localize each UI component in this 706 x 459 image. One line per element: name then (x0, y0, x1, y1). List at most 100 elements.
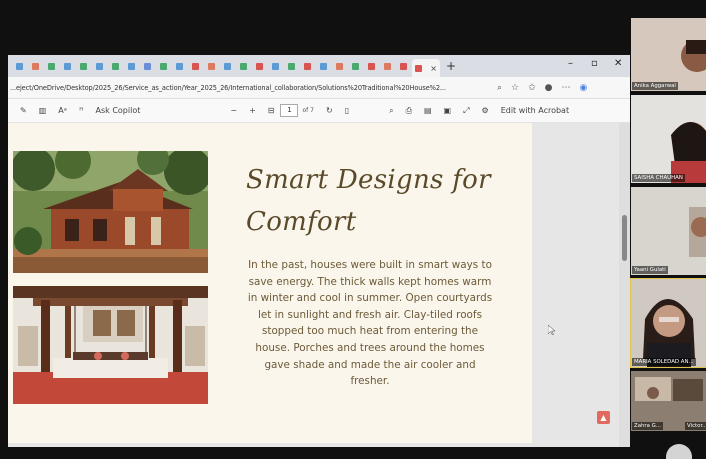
browser-tab-15[interactable] (236, 60, 250, 73)
browser-tab-17[interactable] (268, 60, 282, 73)
browser-tab-2[interactable] (28, 60, 42, 73)
tab-favicon-icon (111, 62, 119, 70)
browser-tab-22[interactable] (348, 60, 362, 73)
tab-favicon-icon (271, 62, 279, 70)
active-tab[interactable]: × (412, 59, 440, 77)
tab-favicon-icon (127, 62, 135, 70)
browser-tab-1[interactable] (12, 60, 26, 73)
tab-close-button[interactable]: × (430, 64, 437, 73)
browser-tab-5[interactable] (76, 60, 90, 73)
tab-favicon-icon (367, 62, 375, 70)
tab-favicon-icon (303, 62, 311, 70)
pdf-page: Smart Designs for Comfort In the past, h… (8, 123, 532, 443)
participant-name: Yaani Gulati (632, 266, 668, 274)
browser-tab-16[interactable] (252, 60, 266, 73)
tab-strip: × + – ▫ ✕ (8, 55, 630, 77)
tab-favicon-icon (47, 62, 55, 70)
participant-tile-4[interactable]: MARIA SOLEDAD AN... (630, 278, 706, 368)
participant-video (631, 279, 706, 367)
participant-tile-1[interactable]: Anika Aggarwal (631, 18, 706, 91)
ask-copilot-button[interactable]: Ask Copilot (96, 106, 141, 115)
browser-tab-9[interactable] (140, 60, 154, 73)
browser-tab-10[interactable] (156, 60, 170, 73)
participant-name: SAISHA CHAUHAN (632, 174, 685, 182)
url-text[interactable]: ...eject/OneDrive/Desktop/2025_26/Servic… (8, 84, 488, 92)
search-icon[interactable]: ⌕ (497, 83, 502, 93)
edit-with-acrobat-button[interactable]: Edit with Acrobat (501, 106, 569, 115)
save-icon[interactable]: ▤ (424, 106, 432, 115)
draw-icon[interactable]: ✎ (20, 106, 27, 115)
read-aloud-button[interactable]: Aᵃ (58, 106, 67, 115)
browser-tab-3[interactable] (44, 60, 58, 73)
title-line-1: Smart Designs for (246, 165, 491, 195)
favorites-icon[interactable]: ✩ (528, 83, 536, 93)
traditional-house-photo (13, 151, 208, 273)
browser-tab-12[interactable] (188, 60, 202, 73)
call-control-button[interactable] (666, 444, 692, 459)
tab-favicon-icon (63, 62, 71, 70)
participant-tile-3[interactable]: Yaani Gulati (631, 187, 706, 275)
tab-favicon-icon (223, 62, 231, 70)
browser-tab-8[interactable] (124, 60, 138, 73)
scrollbar-thumb[interactable] (622, 215, 627, 261)
tab-favicon-icon (175, 62, 183, 70)
minimize-button[interactable]: – (568, 58, 573, 69)
reading-view-icon[interactable]: ▥ (39, 106, 47, 115)
fit-page-icon[interactable]: ⊟ (268, 106, 275, 115)
browser-tab-13[interactable] (204, 60, 218, 73)
browser-tab-19[interactable] (300, 60, 314, 73)
tab-favicon-icon (95, 62, 103, 70)
courtyard-interior-photo (13, 286, 208, 404)
tab-favicon-icon (15, 62, 23, 70)
browser-tab-24[interactable] (380, 60, 394, 73)
tab-favicon-icon (383, 62, 391, 70)
close-window-button[interactable]: ✕ (614, 58, 622, 69)
browser-tab-20[interactable] (316, 60, 330, 73)
find-icon[interactable]: ⌕ (389, 106, 393, 116)
browser-tab-23[interactable] (364, 60, 378, 73)
favorite-star-icon[interactable]: ☆ (511, 83, 519, 93)
pdf-viewport[interactable]: Smart Designs for Comfort In the past, h… (8, 123, 630, 447)
vertical-scrollbar[interactable] (619, 123, 630, 447)
more-menu-icon[interactable]: ⋯ (562, 83, 571, 93)
mouse-cursor-icon (548, 325, 556, 335)
slide-body-text: In the past, houses were built in smart … (247, 259, 493, 388)
profile-icon[interactable]: ● (545, 83, 553, 93)
browser-tab-4[interactable] (60, 60, 74, 73)
browser-tab-11[interactable] (172, 60, 186, 73)
browser-tab-25[interactable] (396, 60, 410, 73)
browser-tab-18[interactable] (284, 60, 298, 73)
settings-gear-icon[interactable]: ⚙ (482, 106, 489, 115)
participant-video (631, 18, 706, 91)
participant-name: Zahra G... (632, 422, 663, 430)
tab-favicon-icon (287, 62, 295, 70)
tab-favicon-icon (159, 62, 167, 70)
translate-icon[interactable]: ꟸ (79, 106, 84, 115)
slide-title: Smart Designs for Comfort (246, 159, 526, 243)
participant-video (631, 95, 706, 183)
pdf-share-icon[interactable]: ▲ (597, 411, 610, 424)
page-view-icon[interactable]: ▯ (345, 106, 349, 115)
save-as-icon[interactable]: ▣ (444, 106, 452, 115)
maximize-button[interactable]: ▫ (591, 58, 598, 69)
new-tab-button[interactable]: + (446, 59, 456, 73)
page-number-input[interactable]: 1 (280, 104, 299, 117)
zoom-out-button[interactable]: − (230, 106, 237, 115)
participant-tile-5[interactable]: Zahra G... Victor... (631, 371, 706, 431)
screen: × + – ▫ ✕ ...eject/OneDrive/Desktop/2025… (0, 0, 706, 459)
browser-tab-21[interactable] (332, 60, 346, 73)
zoom-in-button[interactable]: + (249, 106, 256, 115)
address-bar[interactable]: ...eject/OneDrive/Desktop/2025_26/Servic… (8, 77, 630, 99)
fullscreen-icon[interactable]: ⤢ (463, 106, 469, 116)
page-total: of 7 (302, 107, 314, 114)
print-icon[interactable]: ⎙ (406, 106, 412, 116)
browser-tab-7[interactable] (108, 60, 122, 73)
copilot-icon[interactable]: ◉ (580, 83, 588, 93)
browser-tab-6[interactable] (92, 60, 106, 73)
tab-favicon-icon (351, 62, 359, 70)
rotate-icon[interactable]: ↻ (326, 106, 333, 115)
browser-tab-14[interactable] (220, 60, 234, 73)
tab-favicon-icon (31, 62, 39, 70)
participant-tile-2[interactable]: SAISHA CHAUHAN (631, 95, 706, 183)
pdf-tab-icon (415, 64, 422, 72)
